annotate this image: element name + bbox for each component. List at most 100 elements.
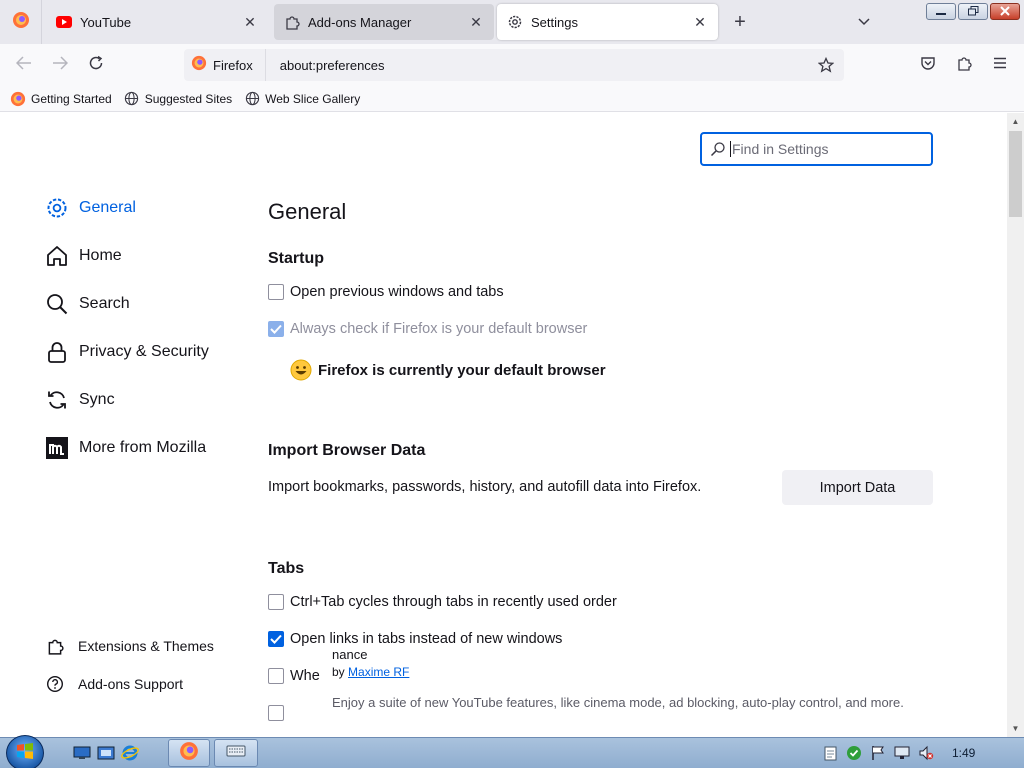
switch-windows-icon[interactable] xyxy=(94,741,118,765)
identity-box[interactable]: Firefox xyxy=(184,49,266,81)
pocket-icon xyxy=(920,55,936,76)
taskbar-firefox[interactable] xyxy=(168,739,210,767)
taskbar-clock[interactable]: 1:49 xyxy=(952,746,975,760)
back-button[interactable] xyxy=(12,53,36,77)
scroll-down-arrow-icon[interactable]: ▼ xyxy=(1007,720,1024,737)
vertical-scrollbar[interactable]: ▲ ▼ xyxy=(1007,113,1024,737)
puzzle-icon xyxy=(956,55,972,76)
checkmark-icon xyxy=(270,634,282,644)
bookmark-label: Getting Started xyxy=(31,91,112,106)
windows-logo-icon xyxy=(15,741,35,766)
always-check-default-option: Always check if Firefox is your default … xyxy=(268,321,587,337)
url-bar[interactable]: Firefox about:preferences xyxy=(184,49,844,81)
category-label: Home xyxy=(79,247,122,264)
extensions-themes-link[interactable]: Extensions & Themes xyxy=(46,637,214,655)
reload-icon xyxy=(88,55,104,76)
restore-button[interactable] xyxy=(958,3,988,20)
chevron-down-icon xyxy=(858,13,870,31)
home-icon xyxy=(44,243,70,269)
open-previous-windows-option[interactable]: Open previous windows and tabs xyxy=(268,284,504,300)
firefox-icon xyxy=(12,11,30,34)
category-more-from-mozilla[interactable]: More from Mozilla xyxy=(44,435,206,461)
addon-title-fragment: nance xyxy=(332,647,368,662)
checkbox[interactable] xyxy=(268,284,284,300)
firefox-view-button[interactable] xyxy=(0,0,42,44)
scrollbar-thumb[interactable] xyxy=(1009,131,1022,217)
extensions-button[interactable] xyxy=(952,53,976,77)
pocket-button[interactable] xyxy=(916,53,940,77)
network-tray-icon[interactable] xyxy=(894,745,910,761)
mozilla-icon xyxy=(44,435,70,461)
tab-label: Add-ons Manager xyxy=(308,14,412,30)
app-menu-button[interactable] xyxy=(988,53,1012,77)
tab-settings[interactable]: Settings ✕ xyxy=(497,4,718,40)
when-option-partial[interactable]: Whe xyxy=(268,668,320,684)
bookmark-web-slice-gallery[interactable]: Web Slice Gallery xyxy=(244,91,360,107)
new-tab-button[interactable]: + xyxy=(728,10,752,34)
bookmark-getting-started[interactable]: Getting Started xyxy=(10,91,112,107)
minimize-button[interactable] xyxy=(926,3,956,20)
search-icon xyxy=(44,291,70,317)
security-tray-icon[interactable] xyxy=(846,745,862,761)
search-input[interactable] xyxy=(730,141,920,157)
list-all-tabs-button[interactable] xyxy=(852,10,876,34)
tab-addons-manager[interactable]: Add-ons Manager ✕ xyxy=(274,4,494,40)
tab-strip: YouTube ✕ Add-ons Manager ✕ Settings ✕ + xyxy=(0,0,1024,44)
smiley-icon xyxy=(290,359,312,381)
url-text[interactable]: about:preferences xyxy=(280,58,814,73)
close-window-button[interactable] xyxy=(990,3,1020,20)
taskbar-keyboard[interactable] xyxy=(214,739,258,767)
category-search[interactable]: Search xyxy=(44,291,130,317)
option-label: Whe xyxy=(290,668,320,684)
hidden-option-partial[interactable] xyxy=(268,705,290,721)
help-icon xyxy=(46,675,64,693)
addons-support-link[interactable]: Add-ons Support xyxy=(46,675,183,693)
firefox-icon xyxy=(10,91,26,107)
globe-icon xyxy=(244,91,260,107)
category-sync[interactable]: Sync xyxy=(44,387,115,413)
settings-page: General Home Search Privacy & Security S… xyxy=(0,113,1007,737)
addon-tooltip-popup: nance by Maxime RF Enjoy a suite of new … xyxy=(324,643,918,737)
category-general[interactable]: General xyxy=(44,195,136,221)
action-center-flag-icon[interactable] xyxy=(870,745,886,761)
checkbox[interactable] xyxy=(268,594,284,610)
option-label: Open previous windows and tabs xyxy=(290,284,504,300)
category-home[interactable]: Home xyxy=(44,243,122,269)
sync-icon xyxy=(44,387,70,413)
puzzle-icon xyxy=(284,14,300,30)
puzzle-icon xyxy=(46,637,64,655)
import-data-button[interactable]: Import Data xyxy=(782,470,933,505)
navigation-toolbar: Firefox about:preferences xyxy=(0,44,1024,86)
volume-muted-icon[interactable] xyxy=(918,745,934,761)
settings-search-box[interactable] xyxy=(700,132,933,166)
arrow-right-icon xyxy=(52,55,69,75)
identity-label: Firefox xyxy=(213,57,253,73)
internet-explorer-icon[interactable] xyxy=(118,741,142,765)
lock-icon xyxy=(44,339,70,365)
search-icon xyxy=(710,141,726,157)
notepad-tray-icon[interactable] xyxy=(822,745,838,761)
status-text: Firefox is currently your default browse… xyxy=(318,361,606,379)
start-button[interactable] xyxy=(6,735,44,768)
close-tab-icon[interactable]: ✕ xyxy=(466,12,486,32)
bookmark-star-icon[interactable] xyxy=(814,53,838,77)
close-tab-icon[interactable]: ✕ xyxy=(690,12,710,32)
checkbox[interactable] xyxy=(268,631,284,647)
hamburger-menu-icon xyxy=(993,56,1007,74)
bookmark-suggested-sites[interactable]: Suggested Sites xyxy=(124,91,232,107)
ctrl-tab-option[interactable]: Ctrl+Tab cycles through tabs in recently… xyxy=(268,594,617,610)
bookmark-label: Suggested Sites xyxy=(144,91,233,106)
default-browser-status: Firefox is currently your default browse… xyxy=(290,359,606,381)
scroll-up-arrow-icon[interactable]: ▲ xyxy=(1007,113,1024,130)
close-tab-icon[interactable]: ✕ xyxy=(240,12,260,32)
reload-button[interactable] xyxy=(84,53,108,77)
checkbox[interactable] xyxy=(268,668,284,684)
close-icon xyxy=(1000,3,1010,21)
forward-button[interactable] xyxy=(48,53,72,77)
checkbox[interactable] xyxy=(268,705,284,721)
show-desktop-icon[interactable] xyxy=(70,741,94,765)
author-link[interactable]: Maxime RF xyxy=(348,665,409,679)
tab-youtube[interactable]: YouTube ✕ xyxy=(46,4,268,40)
tab-label: YouTube xyxy=(80,14,132,30)
category-privacy-security[interactable]: Privacy & Security xyxy=(44,339,209,365)
